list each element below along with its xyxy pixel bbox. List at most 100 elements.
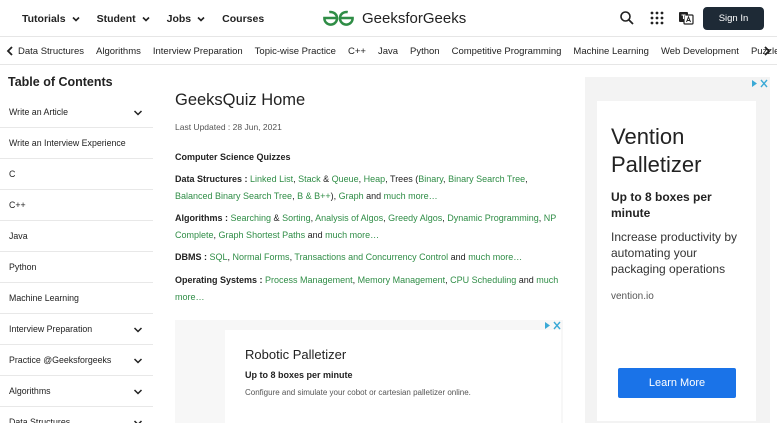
inline-ad-subtitle: Up to 8 boxes per minute xyxy=(245,370,353,380)
topic-link[interactable]: Graph Shortest Paths xyxy=(219,230,306,240)
nav-tutorials[interactable]: Tutorials xyxy=(22,13,81,25)
chevron-down-icon xyxy=(197,16,205,22)
nav-courses[interactable]: Courses xyxy=(222,13,264,25)
toc-item[interactable]: Python xyxy=(0,252,153,283)
category-item[interactable]: Java xyxy=(378,46,398,57)
category-item[interactable]: Interview Preparation xyxy=(153,46,243,57)
side-ad[interactable]: Vention Palletizer Up to 8 boxes per min… xyxy=(585,77,770,423)
topic-link[interactable]: Sorting xyxy=(282,213,311,223)
apps-grid-icon[interactable] xyxy=(649,10,665,26)
category-item[interactable]: Algorithms xyxy=(96,46,141,57)
toc-item[interactable]: Machine Learning xyxy=(0,283,153,314)
toc-item-label: C xyxy=(9,169,16,179)
last-updated: Last Updated : 28 Jun, 2021 xyxy=(175,122,282,132)
inline-ad-card[interactable]: Robotic Palletizer Up to 8 boxes per min… xyxy=(225,330,561,423)
toc-item[interactable]: C++ xyxy=(0,190,153,221)
chevron-down-icon[interactable] xyxy=(133,356,143,366)
chevron-down-icon[interactable] xyxy=(133,387,143,397)
topic-link[interactable]: Transactions and Concurrency Control xyxy=(294,252,448,262)
topic-link[interactable]: CPU Scheduling xyxy=(450,275,516,285)
toc-item[interactable]: Algorithms xyxy=(0,376,153,407)
text-fragment: & xyxy=(320,174,332,184)
quiz-section-label: DBMS : xyxy=(175,252,207,262)
toc-item-label: Write an Article xyxy=(9,107,68,117)
topic-link[interactable]: Graph xyxy=(339,191,364,201)
chevron-down-icon[interactable] xyxy=(133,108,143,118)
topic-link[interactable]: Memory Management xyxy=(358,275,446,285)
toc-item[interactable]: Data Structures xyxy=(0,407,153,423)
quiz-section: Operating Systems : Process Management, … xyxy=(175,272,565,305)
topic-link[interactable]: Process Management xyxy=(265,275,353,285)
text-fragment: & xyxy=(271,213,283,223)
topic-link[interactable]: Analysis of Algos xyxy=(315,213,383,223)
inline-ad-description: Configure and simulate your cobot or car… xyxy=(245,388,471,397)
chevron-right-icon[interactable] xyxy=(762,45,772,57)
category-item[interactable]: Python xyxy=(410,46,440,57)
nav-jobs-label: Jobs xyxy=(166,12,192,25)
quizzes-heading: Computer Science Quizzes xyxy=(175,152,291,162)
topic-link[interactable]: SQL xyxy=(210,252,228,262)
topic-link[interactable]: Searching xyxy=(231,213,272,223)
quiz-section: Data Structures : Linked List, Stack & Q… xyxy=(175,171,565,204)
toc-item[interactable]: Write an Article xyxy=(0,97,153,128)
toc-item[interactable]: Java xyxy=(0,221,153,252)
toc-item-label: Python xyxy=(9,262,37,272)
quiz-section-label: Data Structures : xyxy=(175,174,248,184)
topic-link[interactable]: Greedy Algos xyxy=(388,213,442,223)
toc-item-label: Interview Preparation xyxy=(9,324,93,334)
topic-link[interactable]: much more… xyxy=(468,252,522,262)
topic-link[interactable]: much more… xyxy=(325,230,379,240)
nav-student-label: Student xyxy=(96,12,136,25)
ad-choices-icon[interactable] xyxy=(543,321,561,330)
learn-more-button[interactable]: Learn More xyxy=(618,368,736,398)
toc-item-label: Algorithms xyxy=(9,386,51,396)
category-item[interactable]: Data Structures xyxy=(18,46,84,57)
category-item[interactable]: Web Development xyxy=(661,46,739,57)
category-item[interactable]: C++ xyxy=(348,46,366,57)
nav-tutorials-label: Tutorials xyxy=(22,12,66,25)
text-fragment: , Trees ( xyxy=(385,174,419,184)
ad-choices-icon[interactable] xyxy=(750,79,768,88)
site-logo[interactable]: GeeksforGeeks xyxy=(321,6,466,30)
toc-item[interactable]: C xyxy=(0,159,153,190)
geeksforgeeks-logo-icon xyxy=(323,10,354,26)
side-ad-card[interactable]: Vention Palletizer Up to 8 boxes per min… xyxy=(597,101,756,421)
text-fragment: and xyxy=(448,252,469,262)
topic-link[interactable]: B & B++ xyxy=(297,191,331,201)
toc-item-label: Machine Learning xyxy=(9,293,79,303)
chevron-down-icon[interactable] xyxy=(133,418,143,423)
inline-ad[interactable]: Robotic Palletizer Up to 8 boxes per min… xyxy=(175,320,563,423)
side-ad-subtitle: Up to 8 boxes per minute xyxy=(611,190,712,220)
category-bar: Data Structures Algorithms Interview Prepa… xyxy=(0,37,777,65)
category-item[interactable]: Topic-wise Practice xyxy=(255,46,336,57)
quiz-section-label: Operating Systems : xyxy=(175,275,263,285)
topic-link[interactable]: Linked List xyxy=(250,174,293,184)
topic-link[interactable]: Binary xyxy=(418,174,443,184)
topic-link[interactable]: Dynamic Programming xyxy=(447,213,539,223)
topic-link[interactable]: much more… xyxy=(384,191,438,201)
toc-item-label: C++ xyxy=(9,200,26,210)
category-item[interactable]: Machine Learning xyxy=(573,46,649,57)
toc-item[interactable]: Write an Interview Experience xyxy=(0,128,153,159)
toc-item[interactable]: Practice @Geeksforgeeks xyxy=(0,345,153,376)
topic-link[interactable]: Heap xyxy=(364,174,386,184)
topic-link[interactable]: Binary Search Tree xyxy=(448,174,525,184)
nav-jobs[interactable]: Jobs xyxy=(167,13,207,25)
chevron-down-icon xyxy=(71,16,80,22)
toc-item-label: Write an Interview Experience xyxy=(9,138,126,148)
chevron-left-icon[interactable] xyxy=(5,45,15,57)
text-fragment: and xyxy=(516,275,537,285)
side-ad-domain[interactable]: vention.io xyxy=(611,291,654,302)
toc-item[interactable]: Interview Preparation xyxy=(0,314,153,345)
topic-link[interactable]: Stack xyxy=(298,174,321,184)
topic-link[interactable]: Balanced Binary Search Tree xyxy=(175,191,292,201)
topic-link[interactable]: Queue xyxy=(332,174,359,184)
toc-item-label: Practice @Geeksforgeeks xyxy=(9,355,112,365)
topic-link[interactable]: Normal Forms xyxy=(233,252,290,262)
category-item[interactable]: Competitive Programming xyxy=(452,46,562,57)
nav-student[interactable]: Student xyxy=(97,13,151,25)
search-icon[interactable] xyxy=(619,10,635,26)
sign-in-button[interactable]: Sign In xyxy=(703,7,764,30)
chevron-down-icon[interactable] xyxy=(133,325,143,335)
translate-icon[interactable] xyxy=(678,10,694,26)
